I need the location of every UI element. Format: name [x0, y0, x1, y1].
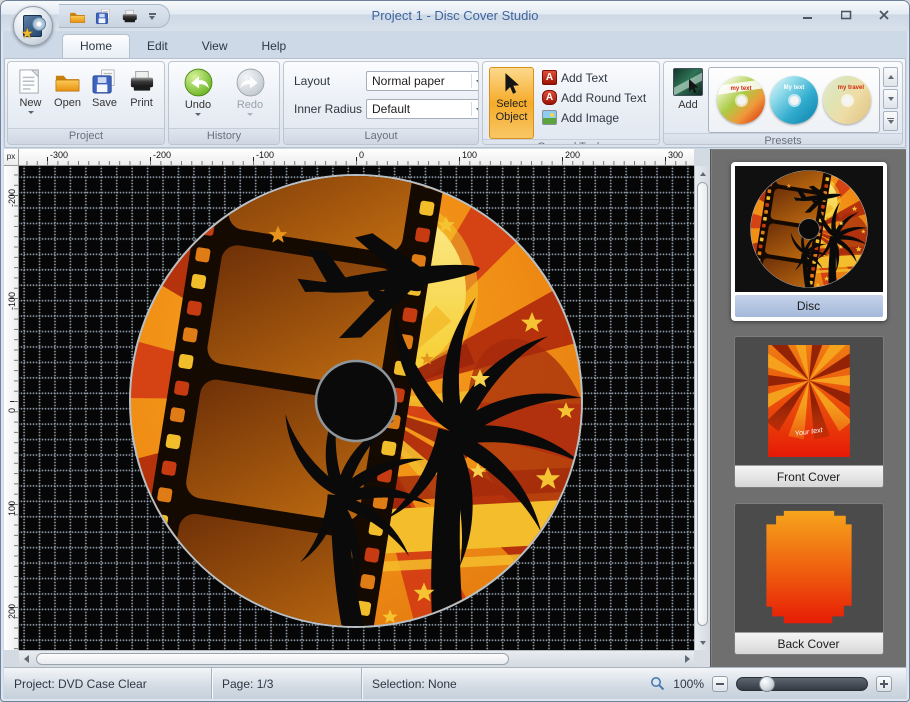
- status-selection: Selection: None: [362, 668, 650, 699]
- preset-disc-2[interactable]: My text: [770, 76, 818, 124]
- new-button[interactable]: New: [12, 65, 49, 115]
- gallery-scroll-down-icon[interactable]: [883, 89, 898, 109]
- gallery-scroll-up-icon[interactable]: [883, 67, 898, 87]
- disc-design[interactable]: [128, 173, 584, 629]
- group-general-tools-title: General Tools: [483, 139, 659, 145]
- zoom-in-button[interactable]: [876, 676, 892, 692]
- application-menu-button[interactable]: ★: [13, 6, 53, 46]
- new-icon: [17, 68, 44, 95]
- scroll-up-icon[interactable]: [695, 166, 710, 181]
- v-ruler: -200-1000100200: [4, 166, 19, 650]
- undo-icon: [184, 68, 213, 97]
- scroll-left-icon[interactable]: [19, 651, 34, 667]
- vertical-scrollbar[interactable]: [694, 166, 710, 650]
- add-round-text-icon: A: [542, 90, 557, 105]
- print-icon: [128, 68, 155, 95]
- page-label: Front Cover: [735, 465, 883, 487]
- inner-radius-label: Inner Radius: [294, 102, 366, 116]
- group-presets: Add my text My text my travel Presets: [663, 61, 903, 145]
- redo-button[interactable]: Redo: [228, 65, 272, 117]
- group-project-title: Project: [8, 128, 164, 144]
- minimize-button[interactable]: [797, 7, 819, 23]
- open-icon: [54, 68, 81, 95]
- back-cover-thumbnail: [735, 504, 883, 632]
- layout-label: Layout: [294, 74, 366, 88]
- status-page: Page: 1/3: [212, 668, 362, 699]
- vertical-scroll-thumb[interactable]: [697, 182, 708, 626]
- tab-edit[interactable]: Edit: [130, 35, 185, 58]
- tab-view[interactable]: View: [185, 35, 245, 58]
- group-layout: Layout Normal paper Inner Radius Default…: [283, 61, 479, 145]
- horizontal-scrollbar[interactable]: [19, 650, 694, 667]
- add-text-button[interactable]: A Add Text: [542, 69, 646, 86]
- zoom-icon: [650, 676, 665, 691]
- group-general-tools: Select Object A Add Text A Add Round Tex…: [482, 61, 660, 145]
- undo-button[interactable]: Undo: [176, 65, 220, 117]
- group-layout-title: Layout: [284, 128, 478, 144]
- page-thumb-disc[interactable]: Disc: [731, 162, 887, 321]
- app-window: Project 1 - Disc Cover Studio ★ Home Edi…: [0, 0, 910, 702]
- group-history-title: History: [169, 128, 279, 144]
- h-ruler: -300-200-1000100200300: [19, 149, 694, 166]
- tab-help[interactable]: Help: [245, 35, 304, 58]
- page-label: Back Cover: [735, 632, 883, 654]
- preset-disc-1[interactable]: my text: [717, 76, 765, 124]
- group-history: Undo Redo History: [168, 61, 280, 145]
- save-button[interactable]: Save: [86, 65, 123, 110]
- ribbon-tabs: Home Edit View Help: [4, 31, 906, 58]
- add-preset-button[interactable]: Add: [668, 65, 708, 111]
- add-image-icon: [542, 110, 557, 125]
- print-button[interactable]: Print: [123, 65, 160, 110]
- scroll-right-icon[interactable]: [679, 651, 694, 667]
- page-label: Disc: [735, 295, 883, 317]
- group-presets-title: Presets: [664, 133, 902, 145]
- workspace: px -300-200-1000100200300 -200-100010020…: [4, 149, 710, 667]
- inner-radius-select[interactable]: Default: [366, 99, 479, 119]
- preset-disc-3[interactable]: my travel: [823, 76, 871, 124]
- front-cover-thumbnail: [735, 337, 883, 465]
- save-icon: [91, 68, 118, 95]
- cursor-icon: [501, 72, 523, 96]
- group-project: New Open Save Print Project: [7, 61, 165, 145]
- redo-icon: [236, 68, 265, 97]
- layout-select[interactable]: Normal paper: [366, 71, 479, 91]
- presets-gallery: my text My text my travel: [708, 67, 880, 133]
- zoom-slider-thumb[interactable]: [759, 676, 775, 692]
- add-text-icon: A: [542, 70, 557, 85]
- add-image-button[interactable]: Add Image: [542, 109, 646, 126]
- tab-home[interactable]: Home: [62, 34, 130, 58]
- pages-panel: Disc Front Cover Back Cover: [710, 149, 906, 667]
- status-bar: Project: DVD Case Clear Page: 1/3 Select…: [4, 667, 906, 699]
- ribbon: New Open Save Print Project: [4, 58, 906, 148]
- ruler-unit: px: [4, 149, 19, 166]
- status-project: Project: DVD Case Clear: [4, 668, 212, 699]
- add-round-text-button[interactable]: A Add Round Text: [542, 89, 646, 106]
- scroll-down-icon[interactable]: [695, 635, 710, 650]
- zoom-level: 100%: [673, 677, 704, 691]
- title-bar: Project 1 - Disc Cover Studio: [1, 1, 909, 31]
- design-canvas[interactable]: [19, 166, 694, 650]
- window-title: Project 1 - Disc Cover Studio: [1, 8, 909, 23]
- gallery-more-icon[interactable]: [883, 111, 898, 131]
- add-preset-icon: [673, 68, 703, 96]
- page-thumb-back-cover[interactable]: Back Cover: [734, 503, 884, 655]
- disc-thumbnail: [735, 166, 883, 292]
- page-thumb-front-cover[interactable]: Front Cover: [734, 336, 884, 488]
- maximize-button[interactable]: [835, 7, 857, 23]
- horizontal-scroll-thumb[interactable]: [36, 653, 509, 665]
- open-button[interactable]: Open: [49, 65, 86, 110]
- select-object-button[interactable]: Select Object: [489, 67, 534, 139]
- zoom-out-button[interactable]: [712, 676, 728, 692]
- zoom-slider[interactable]: [736, 677, 868, 691]
- close-button[interactable]: [873, 7, 895, 23]
